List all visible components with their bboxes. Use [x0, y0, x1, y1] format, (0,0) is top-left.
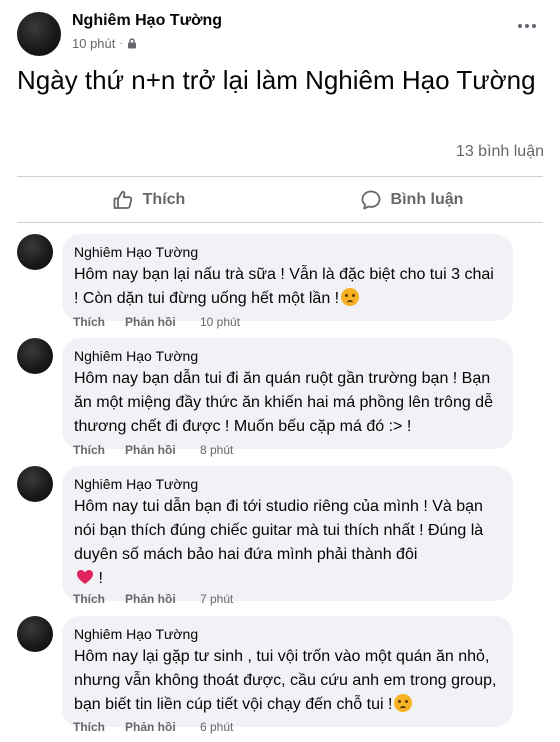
comment-button[interactable]: Bình luận [280, 177, 543, 222]
avatar[interactable] [17, 466, 53, 502]
comment-bubble: Nghiêm Hạo Tường Hôm nay tui dẫn bạn đi … [62, 466, 513, 601]
comment-reply-button[interactable]: Phản hồi [125, 720, 200, 734]
avatar[interactable] [17, 338, 53, 374]
post-author[interactable]: Nghiêm Hạo Tường [72, 12, 222, 30]
comment-actions: Thích Phản hồi 7 phút [73, 592, 233, 606]
comment-text: Hôm nay bạn lại nấu trà sữa ! Vẫn là đặc… [74, 263, 501, 311]
post-text: Ngày thứ n+n trở lại làm Nghiêm Hạo Tườn… [17, 65, 536, 95]
comment-text-content: Hôm nay lại gặp tư sinh , tui vội trốn v… [74, 648, 497, 713]
lock-icon [127, 38, 136, 49]
comment-reply-button[interactable]: Phản hồi [125, 443, 200, 457]
comment-count[interactable]: 13 bình luận [456, 143, 544, 161]
comment-like-button[interactable]: Thích [73, 720, 125, 734]
comment-time[interactable]: 7 phút [200, 592, 233, 606]
comment-bubble: Nghiêm Hạo Tường Hôm nay lại gặp tư sinh… [62, 616, 513, 727]
action-bar: Thích Bình luận [17, 177, 543, 222]
like-label: Thích [142, 190, 186, 208]
avatar[interactable] [17, 12, 61, 56]
post-time[interactable]: 10 phút [72, 36, 115, 51]
avatar[interactable] [17, 234, 53, 270]
comment-like-button[interactable]: Thích [73, 315, 125, 329]
comment-text: Hôm nay tui dẫn bạn đi tới studio riêng … [74, 495, 501, 591]
comment-text-content: Hôm nay bạn lại nấu trà sữa ! Vẫn là đặc… [74, 266, 494, 307]
comment-icon [361, 190, 380, 209]
comment-bubble: Nghiêm Hạo Tường Hôm nay bạn dẫn tui đi … [62, 338, 513, 449]
sad-face-icon [341, 288, 360, 306]
comment-author[interactable]: Nghiêm Hạo Tường [74, 243, 501, 261]
avatar[interactable] [17, 616, 53, 652]
comment-text: Hôm nay bạn dẫn tui đi ăn quán ruột gần … [74, 370, 493, 435]
comment-actions: Thích Phản hồi 10 phút [73, 315, 240, 329]
red-heart-icon [77, 570, 93, 584]
post-meta: 10 phút · [72, 36, 137, 51]
comment-like-button[interactable]: Thích [73, 592, 125, 606]
comment-actions: Thích Phản hồi 8 phút [73, 443, 233, 457]
post-header: Nghiêm Hạo Tường 10 phút · [0, 0, 560, 62]
thumbs-up-icon [113, 190, 132, 209]
comment-time[interactable]: 10 phút [200, 315, 240, 329]
comment-author[interactable]: Nghiêm Hạo Tường [74, 347, 501, 365]
comment-time[interactable]: 8 phút [200, 443, 233, 457]
sad-face-icon [394, 694, 413, 712]
divider [17, 222, 543, 223]
comment-like-button[interactable]: Thích [73, 443, 125, 457]
more-options-icon[interactable] [518, 22, 538, 30]
like-button[interactable]: Thích [17, 177, 280, 222]
comment-text-content: Hôm nay tui dẫn bạn đi tới studio riêng … [74, 498, 484, 563]
comment-reply-button[interactable]: Phản hồi [125, 315, 200, 329]
comment-author[interactable]: Nghiêm Hạo Tường [74, 475, 501, 493]
comment-text-suffix: ! [94, 570, 103, 587]
comment-reply-button[interactable]: Phản hồi [125, 592, 200, 606]
comment-text: Hôm nay lại gặp tư sinh , tui vội trốn v… [74, 645, 501, 717]
comment-bubble: Nghiêm Hạo Tường Hôm nay bạn lại nấu trà… [62, 234, 513, 321]
comment-author[interactable]: Nghiêm Hạo Tường [74, 625, 501, 643]
comment-actions: Thích Phản hồi 6 phút [73, 720, 233, 734]
comment-time[interactable]: 6 phút [200, 720, 233, 734]
comment-label: Bình luận [390, 190, 464, 208]
separator-dot: · [119, 38, 123, 49]
